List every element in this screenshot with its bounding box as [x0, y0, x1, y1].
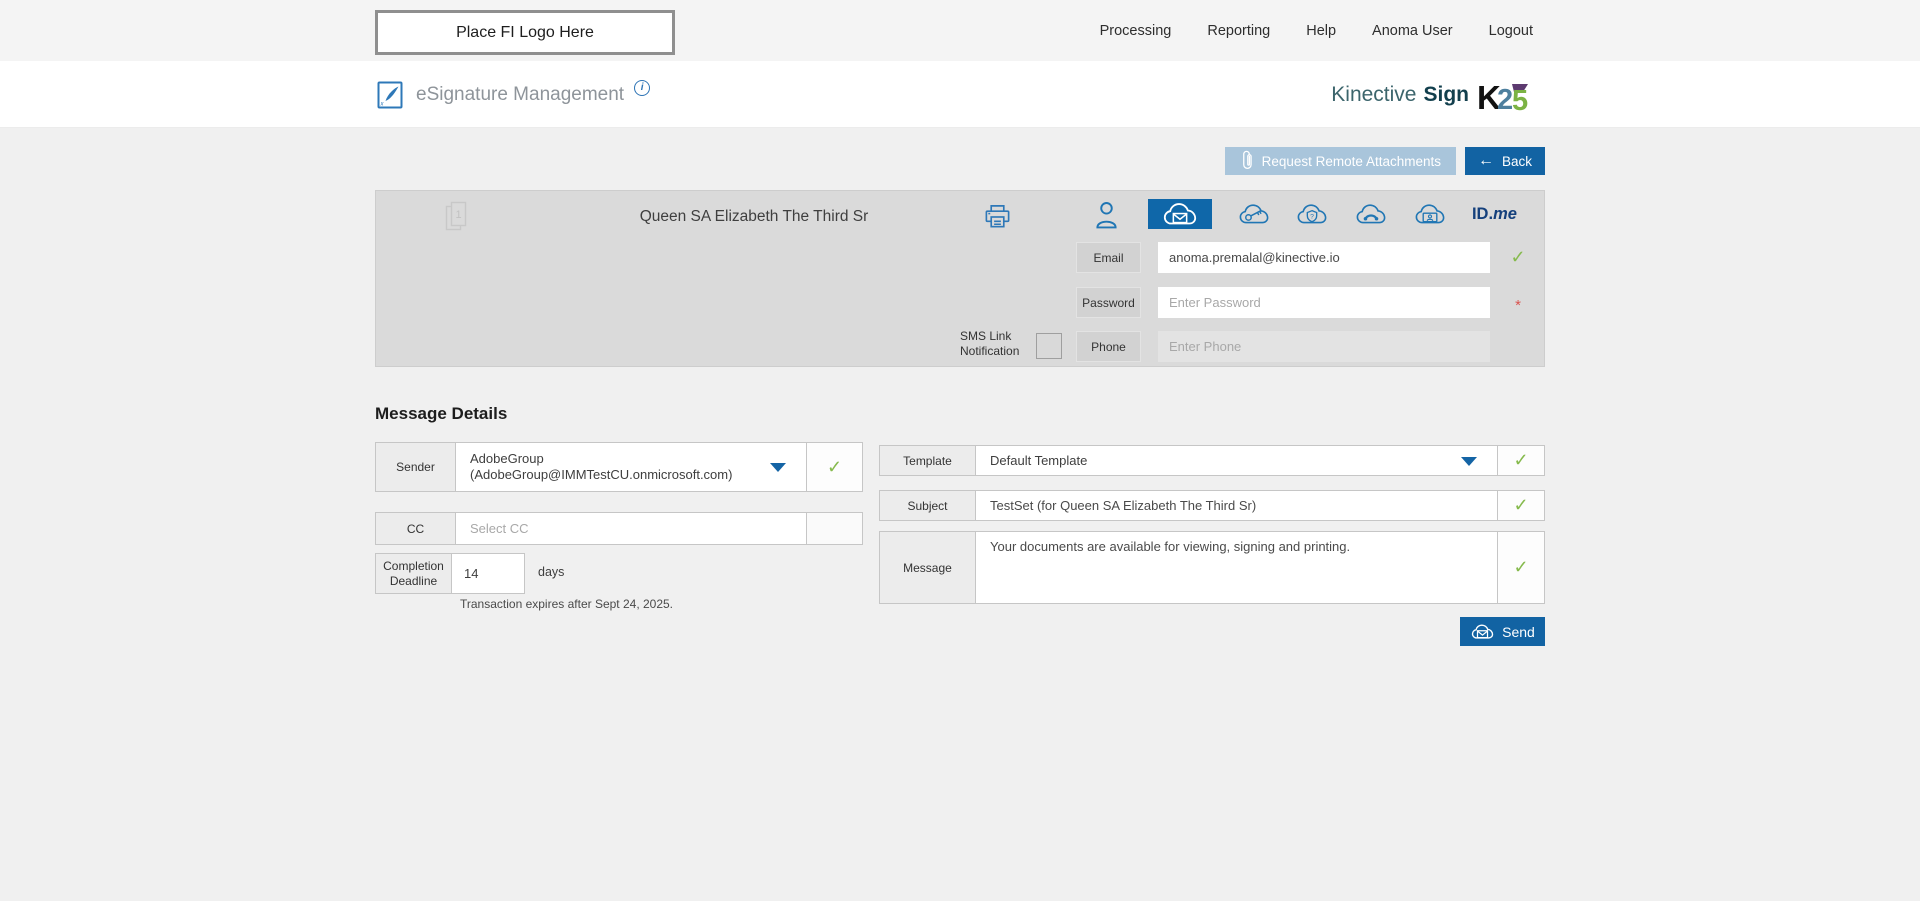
- recipient-name: Queen SA Elizabeth The Third Sr: [376, 208, 1132, 226]
- brand-kinective-text: Kinective: [1331, 83, 1416, 107]
- top-bar: Place FI Logo Here Processing Reporting …: [0, 0, 1920, 61]
- phone-input[interactable]: [1158, 331, 1490, 362]
- app-header: x eSignature Management i Kinective Sign…: [0, 61, 1920, 128]
- top-navigation: Processing Reporting Help Anoma User Log…: [1100, 0, 1533, 61]
- fi-logo-text: Place FI Logo Here: [456, 24, 594, 42]
- delivery-method-tabs: ? ID.me: [1089, 199, 1517, 229]
- sender-row: Sender AdobeGroup (AdobeGroup@IMMTestCU.…: [375, 442, 863, 492]
- recipient-panel: 1 Queen SA Elizabeth The Third Sr: [375, 190, 1545, 367]
- phone-field-row: Phone: [1076, 331, 1546, 362]
- fi-logo-placeholder: Place FI Logo Here: [375, 10, 675, 55]
- email-delivery-icon[interactable]: [1148, 199, 1212, 229]
- photo-id-auth-icon[interactable]: [1413, 199, 1447, 229]
- phone-auth-icon[interactable]: [1354, 199, 1388, 229]
- email-input[interactable]: [1158, 242, 1490, 273]
- sender-dropdown[interactable]: AdobeGroup (AdobeGroup@IMMTestCU.onmicro…: [456, 443, 806, 491]
- back-arrow-icon: ←: [1478, 153, 1494, 169]
- brand-sign-text: Sign: [1424, 83, 1470, 107]
- header-left: x eSignature Management i: [375, 61, 650, 128]
- sender-value-email: (AdobeGroup@IMMTestCU.onmicrosoft.com): [470, 467, 772, 483]
- message-details-section: Message Details Sender AdobeGroup (Adobe…: [375, 404, 1545, 659]
- idme-bold-text: ID.: [1472, 205, 1493, 224]
- sender-label: Sender: [376, 443, 456, 491]
- kinective-k25-logo-icon: K 2 5: [1478, 79, 1532, 115]
- send-envelope-cloud-icon: [1470, 623, 1495, 641]
- page-title: eSignature Management: [416, 84, 624, 106]
- kba-auth-icon[interactable]: ?: [1295, 199, 1329, 229]
- completion-deadline-input[interactable]: [452, 554, 524, 593]
- idme-italic-text: me: [1493, 205, 1517, 224]
- sms-link-notification-label: SMS Link Notification: [960, 329, 1034, 359]
- expiry-note: Transaction expires after Sept 24, 2025.: [460, 597, 673, 611]
- password-auth-icon[interactable]: [1237, 199, 1271, 229]
- subject-row: Subject ✓: [879, 490, 1545, 521]
- back-label: Back: [1502, 154, 1532, 169]
- phone-field-label: Phone: [1076, 331, 1141, 362]
- svg-text:?: ?: [1311, 213, 1315, 220]
- message-details-heading: Message Details: [375, 404, 1545, 424]
- template-valid-check-icon: ✓: [1513, 450, 1528, 471]
- action-toolbar: Request Remote Attachments ← Back: [375, 147, 1545, 175]
- template-dropdown-caret-icon: [1461, 457, 1477, 466]
- template-row: Template Default Template ✓: [879, 445, 1545, 476]
- sms-link-notification-checkbox[interactable]: [1036, 333, 1062, 359]
- password-field-row: Password *: [1076, 287, 1546, 318]
- message-label: Message: [880, 532, 976, 603]
- template-label: Template: [880, 446, 976, 475]
- password-field-label: Password: [1076, 287, 1141, 318]
- nav-processing[interactable]: Processing: [1100, 23, 1172, 39]
- svg-text:2: 2: [1497, 84, 1513, 115]
- send-label: Send: [1502, 624, 1535, 640]
- completion-deadline-label: Completion Deadline: [375, 553, 452, 594]
- send-button[interactable]: Send: [1460, 617, 1545, 646]
- sender-valid-check-icon: ✓: [827, 457, 842, 478]
- nav-logout[interactable]: Logout: [1489, 23, 1533, 39]
- email-field-row: Email ✓: [1076, 242, 1546, 273]
- email-valid-check-icon: ✓: [1510, 247, 1525, 268]
- request-remote-attachments-button[interactable]: Request Remote Attachments: [1225, 147, 1456, 175]
- sender-value-name: AdobeGroup: [470, 451, 772, 467]
- print-icon[interactable]: [983, 202, 1012, 231]
- template-value: Default Template: [990, 453, 1463, 469]
- svg-text:5: 5: [1512, 85, 1528, 115]
- message-valid-check-icon: ✓: [1513, 557, 1528, 578]
- paperclip-icon: [1240, 150, 1253, 172]
- nav-anoma-user[interactable]: Anoma User: [1372, 23, 1453, 39]
- sender-dropdown-caret-icon: [770, 463, 786, 472]
- subject-label: Subject: [880, 491, 976, 520]
- message-textarea[interactable]: Your documents are available for viewing…: [990, 539, 1483, 597]
- email-field-label: Email: [1076, 242, 1141, 273]
- subject-input[interactable]: [990, 498, 1463, 513]
- request-remote-attachments-label: Request Remote Attachments: [1262, 154, 1441, 169]
- password-input[interactable]: [1158, 287, 1490, 318]
- in-person-signer-icon[interactable]: [1089, 199, 1123, 229]
- cc-row: CC: [375, 512, 863, 545]
- back-button[interactable]: ← Back: [1465, 147, 1545, 175]
- cc-input[interactable]: [470, 521, 772, 536]
- template-dropdown[interactable]: Default Template: [976, 446, 1497, 475]
- subject-valid-check-icon: ✓: [1513, 495, 1528, 516]
- cc-label: CC: [376, 513, 456, 544]
- idme-auth-icon[interactable]: ID.me: [1472, 199, 1517, 229]
- completion-deadline-unit: days: [538, 565, 564, 579]
- password-required-icon: *: [1515, 297, 1521, 314]
- message-row: Message Your documents are available for…: [879, 531, 1545, 604]
- nav-reporting[interactable]: Reporting: [1207, 23, 1270, 39]
- esignature-document-pen-icon: x: [375, 80, 405, 110]
- info-icon[interactable]: i: [634, 80, 650, 96]
- brand-logo: Kinective Sign K 2 5: [1331, 61, 1532, 128]
- nav-help[interactable]: Help: [1306, 23, 1336, 39]
